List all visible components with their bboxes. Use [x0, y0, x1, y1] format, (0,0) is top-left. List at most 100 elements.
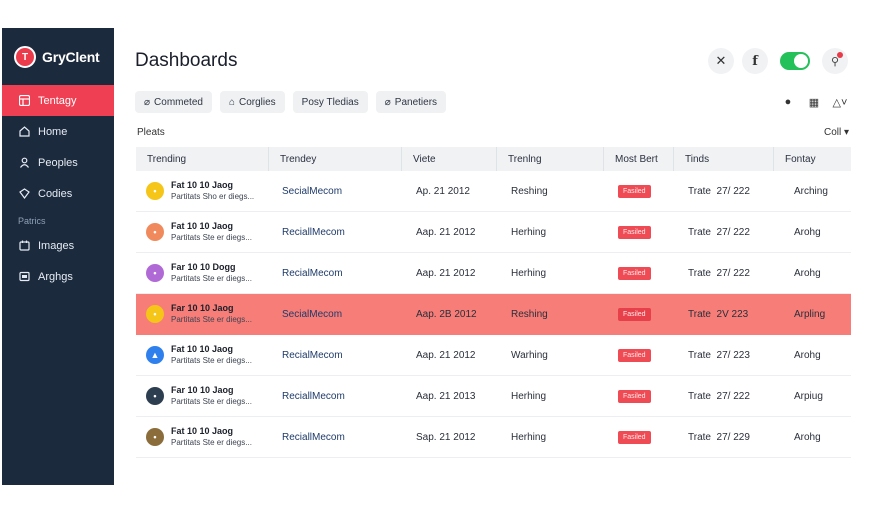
row-name: Fat 10 10 Jaog — [171, 221, 234, 231]
table-row[interactable]: • Fat 10 10 Jaog Partitats Ste er diegs...… — [136, 417, 851, 458]
name-block: Fat 10 10 Jaog Partitats Ste er diegs... — [171, 343, 252, 367]
row-subtitle: Partitats Sho er diegs... — [171, 192, 255, 201]
row-badge-cell: Fasiled — [604, 266, 674, 280]
row-name: Far 10 10 Jaog — [171, 385, 234, 395]
filter-corglies[interactable]: ⌂ Corglies — [219, 91, 285, 113]
row-tag: Arohg — [794, 349, 821, 361]
row-time: Trate 2V 223 — [688, 308, 749, 320]
code-icon — [18, 188, 30, 200]
row-date: Ap. 21 2012 — [416, 185, 470, 197]
row-source[interactable]: RecialMecom — [269, 350, 402, 361]
home-icon — [18, 126, 30, 138]
user-cell: • Fat 10 10 Jaog Partitats Ste er diegs... — [136, 220, 269, 244]
filter-dropdown-icon[interactable]: △˅ — [830, 93, 850, 111]
close-icon[interactable]: ✕ — [708, 48, 734, 74]
sidebar-section-label: Patrics — [18, 216, 46, 226]
brand-name: GryClent — [42, 49, 100, 65]
table-header: Trending Trendey Viete Trenlng Most Bert… — [136, 147, 851, 171]
name-block: Fat 10 10 Jaog Partitats Ste er diegs... — [171, 220, 252, 244]
row-badge-cell: Fasiled — [604, 389, 674, 403]
status-badge: Fasiled — [618, 430, 651, 444]
sidebar-item-peoples[interactable]: Peoples — [2, 147, 114, 178]
sidebar-item-images[interactable]: Images — [2, 230, 114, 261]
row-status: Reshing — [511, 185, 548, 197]
table-body: • Fat 10 10 Jaog Partitats Sho er diegs...… — [136, 171, 851, 458]
filter-label: Commeted — [154, 96, 203, 108]
user-cell: • Far 10 10 Jaog Partitats Ste er diegs... — [136, 384, 269, 408]
filter-commeted[interactable]: ⌀ Commeted — [135, 91, 212, 113]
image-icon — [18, 240, 30, 252]
column-header[interactable]: Viete — [402, 147, 497, 171]
grid-view-icon[interactable]: ▦ — [804, 93, 824, 111]
table-row[interactable]: • Fat 10 10 Jaog Partitats Ste er diegs...… — [136, 212, 851, 253]
table-row[interactable]: ▲ Fat 10 10 Jaog Partitats Ste er diegs...… — [136, 335, 851, 376]
row-source[interactable]: ReciallMecom — [269, 391, 402, 402]
row-subtitle: Partitats Ste er diegs... — [171, 438, 252, 447]
notification-dot — [837, 52, 843, 58]
row-status: Herhing — [511, 226, 547, 238]
notification-icon[interactable]: ⚲ — [822, 48, 848, 74]
sidebar-item-label: Tentagy — [38, 94, 77, 107]
name-block: Fat 10 10 Jaog Partitats Ste er diegs... — [171, 425, 252, 449]
name-block: Fat 10 10 Jaog Partitats Sho er diegs... — [171, 179, 254, 203]
toggle-switch[interactable] — [780, 52, 810, 70]
table-row[interactable]: • Far 10 10 Jaog Partitats Ste er diegs...… — [136, 376, 851, 417]
name-block: Far 10 10 Jaog Partitats Ste er diegs... — [171, 384, 252, 408]
row-time: Trate 27/ 222 — [688, 226, 750, 238]
sidebar-item-tentagy[interactable]: Tentagy — [2, 85, 114, 116]
sidebar: T GryClent Tentagy Home Peoples Codies P… — [2, 28, 114, 485]
row-tag: Arohg — [794, 267, 821, 279]
avatar: • — [146, 428, 164, 446]
row-name: Fat 10 10 Jaog — [171, 426, 234, 436]
link-icon: ⌀ — [144, 96, 151, 108]
row-tag: Arohg — [794, 431, 821, 443]
row-tag: Arpiug — [794, 390, 823, 402]
row-source[interactable]: RecialMecom — [269, 268, 402, 279]
row-name: Far 10 10 Jaog — [171, 303, 234, 313]
row-name: Fat 10 10 Jaog — [171, 180, 234, 190]
table-row[interactable]: • Far 10 10 Dogg Partitats Ste er diegs...… — [136, 253, 851, 294]
table-row[interactable]: • Fat 10 10 Jaog Partitats Sho er diegs...… — [136, 171, 851, 212]
shape-icon[interactable]: ● — [778, 93, 798, 111]
column-header[interactable]: Trendey — [269, 147, 402, 171]
row-subtitle: Partitats Ste er diegs... — [171, 233, 252, 242]
people-icon — [18, 157, 30, 169]
sidebar-item-codies[interactable]: Codies — [2, 178, 114, 209]
column-header[interactable]: Trending — [136, 147, 269, 171]
facebook-icon[interactable]: f — [742, 48, 768, 74]
user-cell: • Fat 10 10 Jaog Partitats Sho er diegs... — [136, 179, 269, 203]
avatar: • — [146, 223, 164, 241]
row-time: Trate 27/ 223 — [688, 349, 750, 361]
filter-posy-tledias[interactable]: Posy Tledias — [292, 91, 368, 113]
sidebar-item-arghgs[interactable]: Arghgs — [2, 261, 114, 292]
row-source[interactable]: SecialMecom — [269, 309, 402, 320]
column-header[interactable]: Most Bert — [604, 147, 674, 171]
row-date: Sap. 21 2012 — [416, 431, 476, 443]
row-name: Fat 10 10 Jaog — [171, 344, 234, 354]
column-header[interactable]: Trenlng — [497, 147, 604, 171]
avatar: • — [146, 387, 164, 405]
table-row[interactable]: • Far 10 10 Jaog Partitats Ste er diegs...… — [136, 294, 851, 335]
filter-panetiers[interactable]: ⌀ Panetiers — [375, 91, 447, 113]
row-source[interactable]: SecialMecom — [269, 186, 402, 197]
row-status: Herhing — [511, 390, 547, 402]
brand[interactable]: T GryClent — [14, 46, 100, 68]
row-date: Aap. 21 2013 — [416, 390, 476, 402]
column-header[interactable]: Tinds — [674, 147, 774, 171]
filter-label: Panetiers — [394, 96, 438, 108]
status-badge: Fasiled — [618, 184, 651, 198]
sidebar-item-home[interactable]: Home — [2, 116, 114, 147]
row-date: Aap. 21 2012 — [416, 349, 476, 361]
row-subtitle: Partitats Ste er diegs... — [171, 397, 252, 406]
filter-bar: ⌀ Commeted ⌂ Corglies Posy Tledias ⌀ Pan… — [135, 91, 447, 113]
row-time: Trate 27/ 222 — [688, 185, 750, 197]
row-source[interactable]: ReciallMecom — [269, 227, 402, 238]
column-header[interactable]: Fontay — [774, 147, 851, 171]
status-badge: Fasiled — [618, 389, 651, 403]
data-table: Trending Trendey Viete Trenlng Most Bert… — [136, 147, 851, 458]
column-select[interactable]: Coll ▾ — [824, 127, 849, 138]
row-badge-cell: Fasiled — [604, 348, 674, 362]
header-actions: ✕ f ⚲ — [708, 48, 848, 74]
row-source[interactable]: ReciallMecom — [269, 432, 402, 443]
row-tag: Arohg — [794, 226, 821, 238]
